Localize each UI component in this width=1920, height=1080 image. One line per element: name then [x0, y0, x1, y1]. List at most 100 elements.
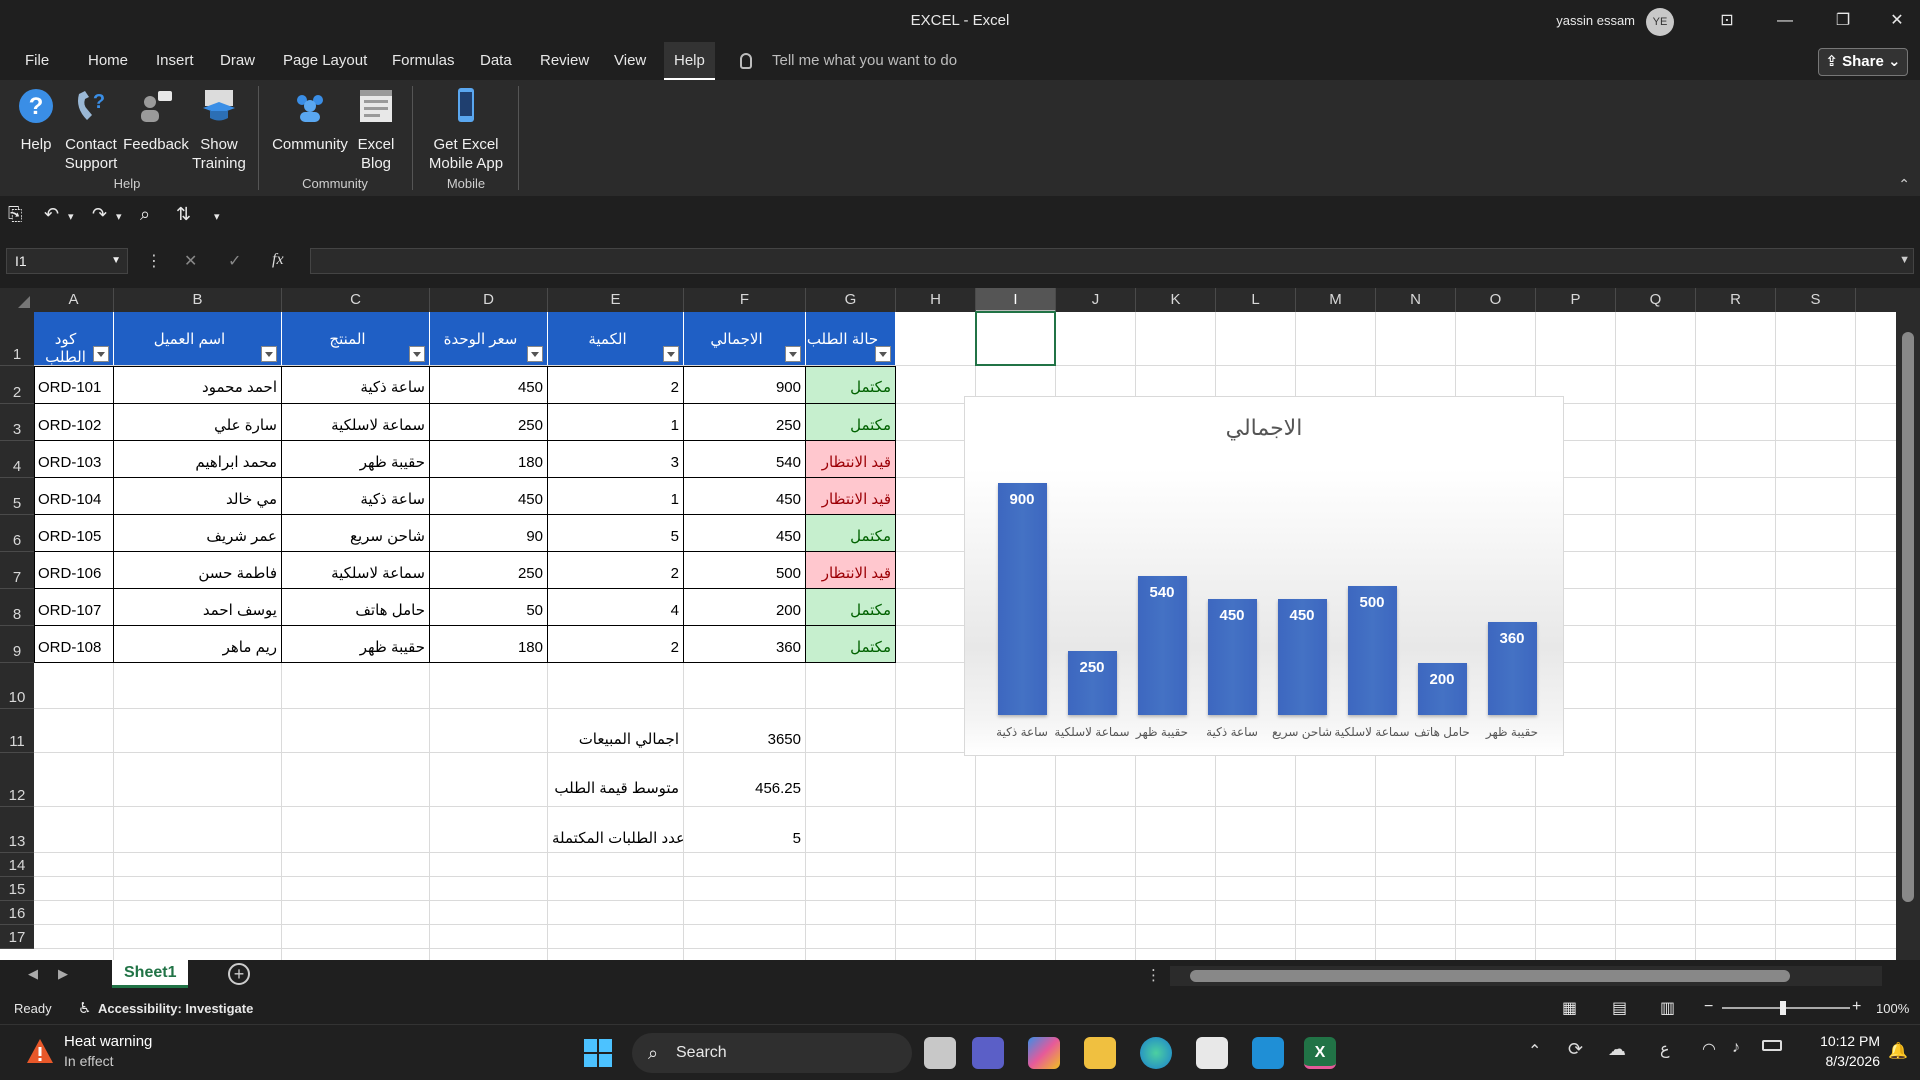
add-sheet-icon[interactable]: + — [228, 963, 250, 985]
row-header-9[interactable]: 9 — [0, 626, 34, 663]
column-header-l[interactable]: L — [1216, 288, 1296, 312]
tab-help[interactable]: Help — [664, 42, 715, 80]
chart-title[interactable]: الاجمالي — [965, 415, 1563, 441]
total-cell[interactable]: 200 — [684, 589, 805, 625]
file-explorer-icon[interactable] — [1084, 1037, 1116, 1069]
bar-chart[interactable]: الاجمالي 900 ساعة ذكية 250 سماعة لاسلكية 540 ح… — [964, 396, 1564, 756]
customer-cell[interactable]: احمد محمود — [114, 366, 281, 403]
total-cell[interactable]: 450 — [684, 478, 805, 514]
undo-dropdown-icon[interactable]: ▾ — [68, 210, 74, 223]
battery-icon[interactable] — [1762, 1040, 1782, 1051]
zoom-in-icon[interactable]: + — [1852, 998, 1861, 1016]
user-name[interactable]: yassin essam — [1556, 13, 1635, 28]
unit-price-cell[interactable]: 450 — [430, 478, 547, 514]
zoom-slider[interactable] — [1722, 1007, 1850, 1009]
product-cell[interactable]: سماعة لاسلكية — [282, 552, 429, 588]
volume-icon[interactable]: ♪ — [1732, 1039, 1740, 1057]
column-header-s[interactable]: S — [1776, 288, 1856, 312]
zoom-out-icon[interactable]: − — [1704, 998, 1713, 1016]
unit-price-cell[interactable]: 180 — [430, 626, 547, 662]
quantity-cell[interactable]: 3 — [548, 441, 683, 477]
order-id-cell[interactable]: ORD-101 — [34, 366, 113, 403]
column-header-d[interactable]: D — [430, 288, 548, 312]
filter-dropdown-icon[interactable] — [527, 346, 543, 362]
teams-icon[interactable] — [972, 1037, 1004, 1069]
row-header-15[interactable]: 15 — [0, 877, 34, 901]
status-cell[interactable]: مكتمل — [806, 366, 895, 403]
column-header-p[interactable]: P — [1536, 288, 1616, 312]
zoom-level[interactable]: 100% — [1876, 1001, 1909, 1016]
row-header-4[interactable]: 4 — [0, 441, 34, 478]
total-cell[interactable]: 500 — [684, 552, 805, 588]
column-header-k[interactable]: K — [1136, 288, 1216, 312]
clock-date[interactable]: 8/3/2026 — [1804, 1053, 1881, 1069]
row-header-10[interactable]: 10 — [0, 663, 34, 709]
redo-icon[interactable]: ↷ — [92, 204, 107, 225]
get-mobile-app-button[interactable]: Get Excel Mobile App — [420, 86, 512, 173]
row-header-6[interactable]: 6 — [0, 515, 34, 552]
column-header-i[interactable]: I — [976, 288, 1056, 312]
customer-cell[interactable]: عمر شريف — [114, 515, 281, 551]
status-cell[interactable]: مكتمل — [806, 515, 895, 551]
status-cell[interactable]: قيد الانتظار — [806, 552, 895, 588]
product-cell[interactable]: حقيبة ظهر — [282, 626, 429, 662]
product-cell[interactable]: ساعة ذكية — [282, 478, 429, 514]
table-header-cell[interactable]: اسم العميل — [114, 312, 282, 365]
notifications-icon[interactable]: 🔔 — [1888, 1041, 1908, 1061]
row-header-14[interactable]: 14 — [0, 853, 34, 877]
formula-input[interactable] — [310, 248, 1914, 274]
row-header-11[interactable]: 11 — [0, 709, 34, 753]
onedrive-icon[interactable]: ☁ — [1608, 1039, 1626, 1060]
column-header-j[interactable]: J — [1056, 288, 1136, 312]
sheet-options-icon[interactable]: ⋮ — [1146, 966, 1161, 984]
summary-value[interactable]: 3650 — [684, 709, 805, 752]
row-header-16[interactable]: 16 — [0, 901, 34, 925]
vertical-scrollbar[interactable] — [1896, 312, 1920, 960]
windows-start-icon[interactable] — [582, 1037, 614, 1069]
row-header-2[interactable]: 2 — [0, 366, 34, 404]
column-header-h[interactable]: H — [896, 288, 976, 312]
customize-toolbar-icon[interactable]: ▾ — [214, 210, 220, 223]
scroll-thumb[interactable] — [1190, 970, 1790, 982]
status-cell[interactable]: مكتمل — [806, 589, 895, 625]
zoom-slider-thumb[interactable] — [1780, 1001, 1786, 1015]
table-header-cell[interactable]: الكمية — [548, 312, 684, 365]
product-cell[interactable]: حقيبة ظهر — [282, 441, 429, 477]
order-id-cell[interactable]: ORD-106 — [34, 552, 113, 588]
order-id-cell[interactable]: ORD-104 — [34, 478, 113, 514]
product-cell[interactable]: حامل هاتف — [282, 589, 429, 625]
filter-dropdown-icon[interactable] — [409, 346, 425, 362]
print-preview-icon[interactable]: ⌕ — [140, 204, 150, 225]
status-cell[interactable]: مكتمل — [806, 404, 895, 440]
page-break-view-icon[interactable]: ▥ — [1660, 998, 1675, 1018]
restore-icon[interactable]: ❐ — [1828, 8, 1858, 34]
page-layout-view-icon[interactable]: ▤ — [1612, 998, 1627, 1018]
row-header-8[interactable]: 8 — [0, 589, 34, 626]
column-header-a[interactable]: A — [34, 288, 114, 312]
row-header-7[interactable]: 7 — [0, 552, 34, 589]
name-box-dropdown-icon[interactable]: ▼ — [111, 249, 121, 273]
tab-draw[interactable]: Draw — [210, 42, 265, 80]
minimize-icon[interactable]: — — [1770, 8, 1800, 34]
next-sheet-icon[interactable]: ▶ — [58, 966, 68, 982]
customer-cell[interactable]: مي خالد — [114, 478, 281, 514]
tab-view[interactable]: View — [604, 42, 656, 80]
unit-price-cell[interactable]: 250 — [430, 404, 547, 440]
table-header-cell[interactable]: سعر الوحدة — [430, 312, 548, 365]
customer-cell[interactable]: ريم ماهر — [114, 626, 281, 662]
tab-home[interactable]: Home — [78, 42, 138, 80]
total-cell[interactable]: 250 — [684, 404, 805, 440]
collapse-ribbon-icon[interactable]: ⌃ — [1898, 176, 1910, 193]
share-button[interactable]: ⇪ Share ⌄ — [1818, 48, 1908, 76]
total-cell[interactable]: 540 — [684, 441, 805, 477]
table-header-cell[interactable]: كود الطلب — [34, 312, 114, 366]
quantity-cell[interactable]: 4 — [548, 589, 683, 625]
cancel-icon[interactable]: ✕ — [184, 251, 197, 271]
column-header-c[interactable]: C — [282, 288, 430, 312]
unit-price-cell[interactable]: 180 — [430, 441, 547, 477]
column-header-q[interactable]: Q — [1616, 288, 1696, 312]
horizontal-scrollbar[interactable] — [1170, 966, 1882, 986]
help-button[interactable]: ? Help — [10, 86, 62, 154]
name-box[interactable]: I1 ▼ — [6, 248, 128, 274]
undo-icon[interactable]: ↶ — [44, 204, 59, 225]
